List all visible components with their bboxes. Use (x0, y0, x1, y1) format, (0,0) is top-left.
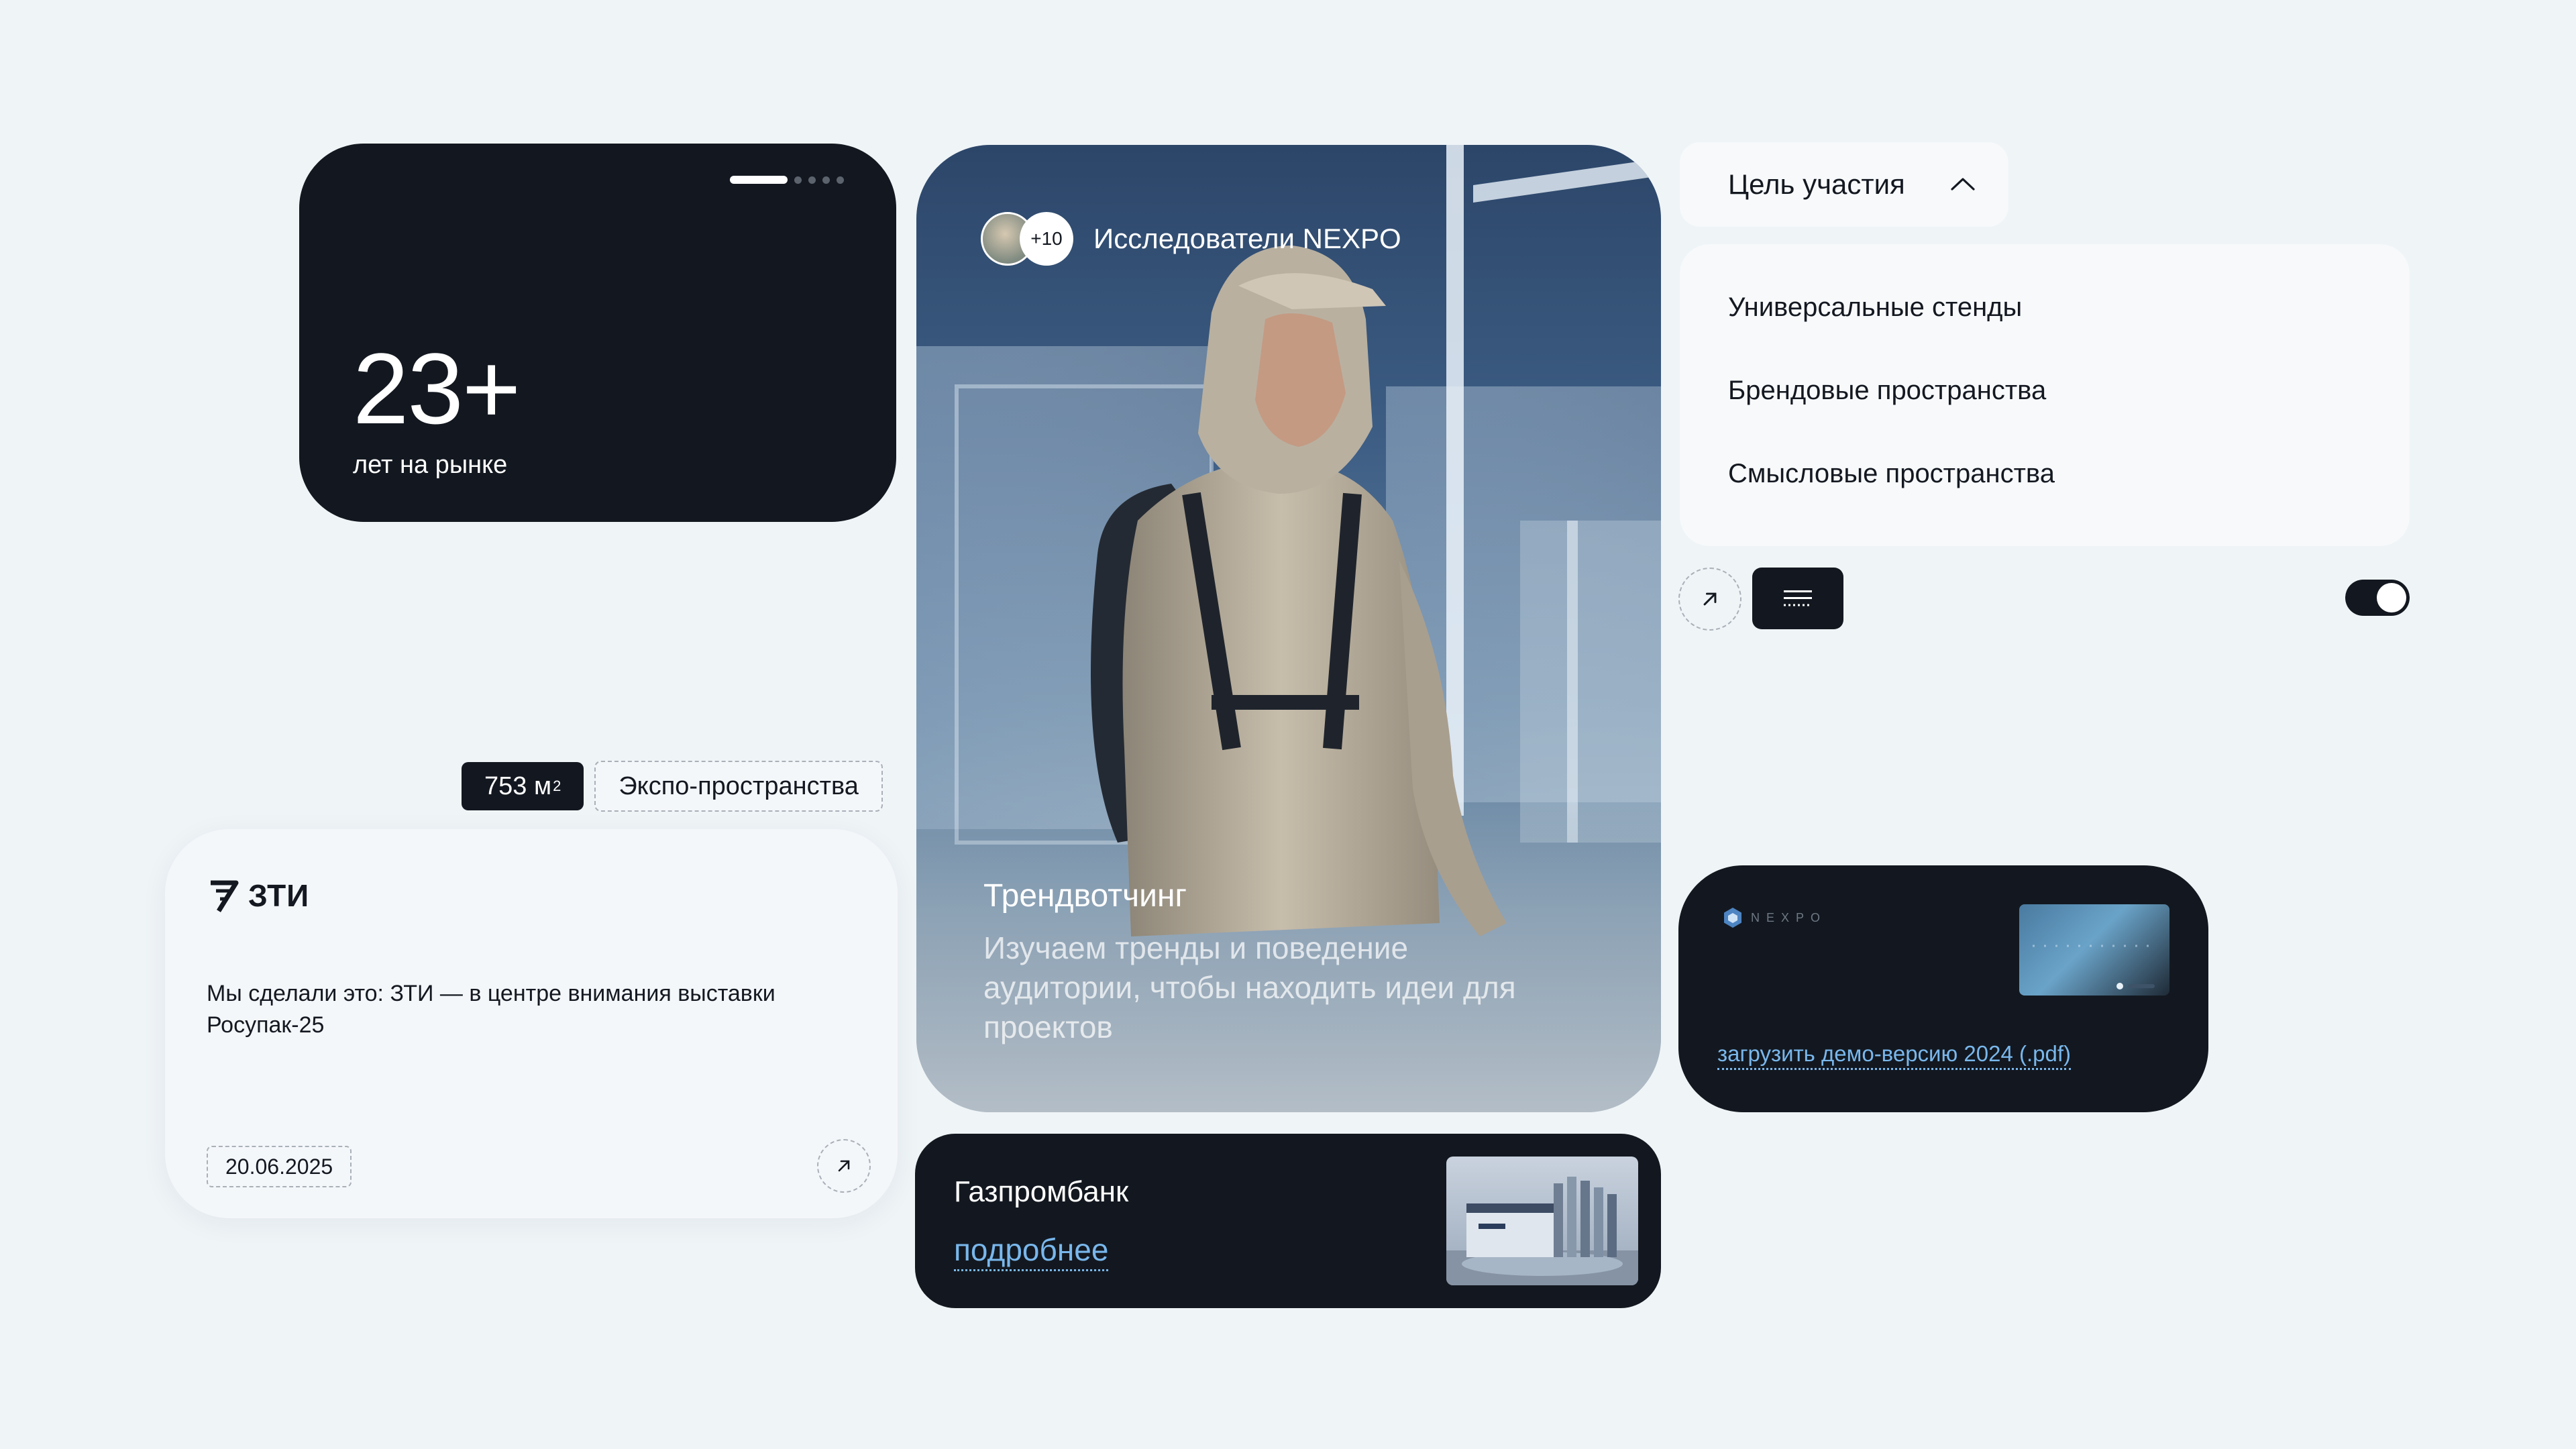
arrow-up-right-icon (838, 1160, 850, 1172)
pagination-dot[interactable] (822, 176, 830, 184)
arrow-button[interactable] (1678, 568, 1741, 631)
area-tag[interactable]: 753 м2 (462, 762, 584, 810)
download-card[interactable]: NEXPO загрузить демо-версию 2024 (.pdf) (1678, 865, 2208, 1112)
demo-preview-image (2019, 904, 2169, 996)
slider-pagination[interactable] (730, 176, 844, 184)
download-demo-link[interactable]: загрузить демо-версию 2024 (.pdf) (1717, 1041, 2072, 1070)
nexpo-logo-text: NEXPO (1751, 910, 1827, 924)
pagination-dot[interactable] (808, 176, 816, 184)
news-date: 20.06.2025 (207, 1146, 352, 1187)
dropdown-option-universal[interactable]: Универсальные стенды (1728, 292, 2022, 323)
hero-card[interactable]: +10 Исследователи NEXPO Трендвотчинг Изу… (916, 145, 1661, 1112)
news-headline: Мы сделали это: ЗТИ — в центре внимания … (207, 981, 775, 1038)
menu-button[interactable] (1752, 568, 1843, 629)
bank-booth-image (1446, 1157, 1638, 1285)
pagination-dot[interactable] (837, 176, 844, 184)
arrow-up-right-icon (1703, 592, 1717, 606)
dropdown-menu: Универсальные стенды Брендовые пространс… (1680, 244, 2410, 546)
stat-card: 23+ лет на рынке (299, 144, 896, 522)
category-tag[interactable]: Экспо-пространства (594, 761, 883, 812)
news-logo-text: ЗТИ (248, 878, 310, 913)
researchers-label: Исследователи NEXPO (1093, 223, 1401, 254)
bank-card[interactable]: Газпромбанк подробнее (915, 1134, 1661, 1308)
dropdown-option-brand[interactable]: Брендовые пространства (1728, 376, 2046, 406)
bank-more-link[interactable]: подробнее (954, 1232, 1109, 1271)
tag-group: 753 м2 Экспо-пространства (462, 761, 883, 812)
toggle-knob (2377, 583, 2406, 612)
hero-title: Трендвотчинг (983, 878, 1187, 914)
category-label: Экспо-пространства (619, 771, 859, 800)
pagination-dot-active[interactable] (730, 176, 788, 184)
area-unit-superscript: 2 (553, 777, 561, 794)
zti-logo-icon (211, 880, 239, 912)
nexpo-logo-icon (1724, 908, 1741, 928)
pagination-dot[interactable] (794, 176, 802, 184)
bank-title: Газпромбанк (954, 1175, 1129, 1208)
researchers-badge[interactable]: +10 Исследователи NEXPO (981, 212, 1401, 266)
toggle-switch[interactable] (2345, 580, 2410, 616)
stat-value: 23+ (353, 332, 521, 445)
area-value: 753 м (484, 771, 552, 800)
hero-description: Изучаем тренды и поведение аудитории, чт… (983, 930, 1516, 1044)
dropdown-option-meaning[interactable]: Смысловые пространства (1728, 459, 2055, 489)
news-open-button[interactable] (817, 1139, 871, 1193)
avatar-count: +10 (1020, 212, 1073, 266)
stat-label: лет на рынке (353, 451, 508, 479)
news-logo: ЗТИ (207, 877, 309, 914)
nexpo-logo: NEXPO (1723, 907, 1827, 928)
participation-goal-select[interactable]: Цель участия (1680, 142, 2008, 227)
chevron-up-icon (1951, 178, 1975, 191)
news-card[interactable]: ЗТИ Мы сделали это: ЗТИ — в центре внима… (165, 829, 898, 1218)
menu-icon (1784, 590, 1812, 606)
select-label: Цель участия (1728, 168, 1905, 200)
